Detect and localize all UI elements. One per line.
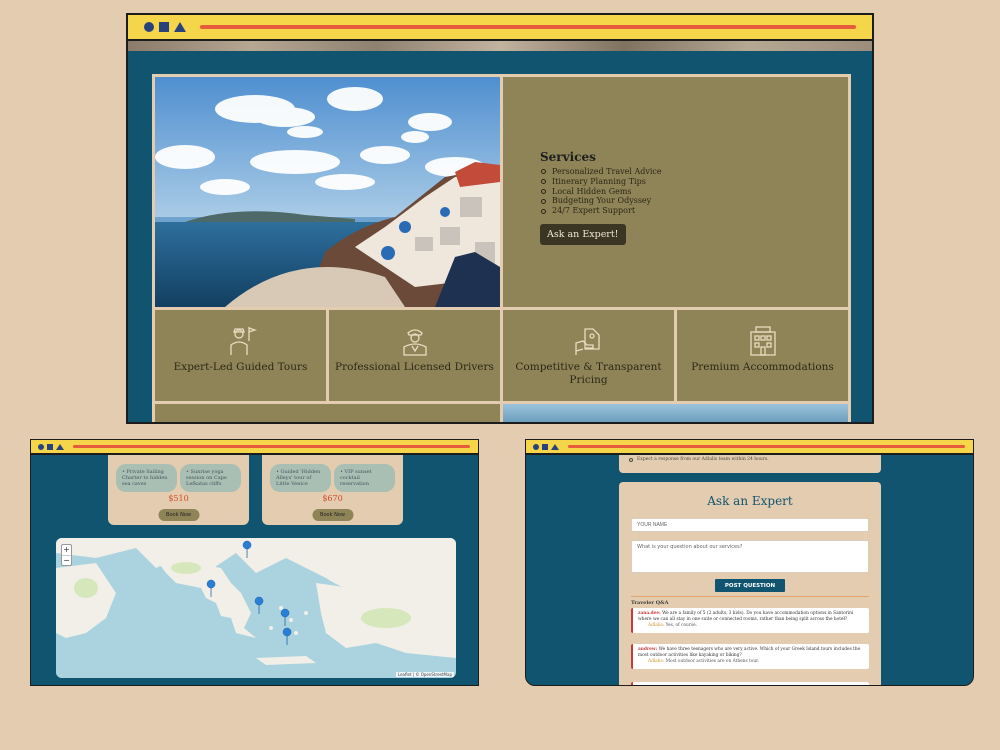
ask-expert-form: Ask an Expert POST QUESTION Traveler Q&A…: [619, 482, 881, 685]
ask-expert-button[interactable]: Ask an Expert!: [540, 223, 626, 245]
triangle-icon[interactable]: [56, 443, 64, 450]
bullet-icon: [541, 169, 546, 175]
info-card: Expect a response from our Adlalis team …: [619, 455, 881, 473]
pricing-icon: [574, 328, 600, 355]
qa-title: Traveler Q&A: [631, 600, 669, 606]
square-icon[interactable]: [47, 443, 53, 450]
service-item: Local Hidden Gems: [541, 187, 662, 197]
book-now-button[interactable]: Book Now: [312, 509, 353, 521]
service-label: Itinerary Planning Tips: [552, 176, 646, 186]
tour-card: • Guided 'Hidden Alleys' tour of Little …: [262, 455, 403, 525]
service-label: Local Hidden Gems: [552, 186, 632, 196]
map-attribution[interactable]: Leaflet | © OpenStreetMap: [395, 672, 454, 677]
window-controls: [38, 443, 64, 450]
tour-feature-pill: • Guided 'Hidden Alleys' tour of Little …: [270, 464, 331, 492]
feature-label: Competitive & Transparent Pricing: [515, 361, 662, 386]
window-controls: [533, 443, 559, 450]
ask-expert-title: Ask an Expert: [707, 494, 793, 508]
map-zoom-control: + −: [61, 544, 72, 566]
qa-question-text: We are a family of 5 (2 adults, 3 kids).…: [638, 611, 854, 622]
next-section-photo: [503, 404, 848, 422]
driver-icon: [402, 329, 427, 356]
qa-question: zana.dee: We are a family of 5 (2 adults…: [638, 611, 864, 623]
qa-answer-text: Most outdoor activities are on Athens to…: [665, 659, 760, 664]
bullet-icon: [541, 198, 546, 204]
window-titlebar: [31, 440, 478, 455]
feature-card-accommodations: Premium Accommodations: [677, 310, 848, 401]
window-controls: [144, 22, 186, 32]
bullet-icon: [541, 208, 546, 214]
qa-answer-text: Yes, of course.: [665, 623, 697, 628]
service-item: Budgeting Your Odyssey: [541, 196, 662, 206]
feature-card-pricing: Competitive & Transparent Pricing: [503, 310, 674, 401]
address-bar: [568, 445, 965, 448]
zoom-in-button[interactable]: +: [62, 545, 71, 555]
qa-agent: Adlalis:: [648, 623, 665, 628]
bullet-icon: [541, 188, 546, 194]
post-question-button[interactable]: POST QUESTION: [715, 579, 785, 592]
services-list: Personalized Travel Advice Itinerary Pla…: [540, 167, 662, 216]
response-note: Expect a response from our Adlalis team …: [629, 457, 769, 462]
square-icon[interactable]: [542, 443, 548, 450]
feature-label: Premium Accommodations: [691, 361, 834, 373]
header-image-strip: [128, 41, 872, 51]
feature-label: Professional Licensed Drivers: [335, 361, 494, 373]
square-icon[interactable]: [159, 22, 169, 32]
circle-icon[interactable]: [533, 443, 539, 450]
tour-feature-pill: • Private Sailing Charter to hidden sea …: [116, 464, 177, 492]
qa-entry: zana.dee: We are a family of 5 (2 adults…: [631, 608, 869, 633]
service-item: Personalized Travel Advice: [541, 167, 662, 177]
services-section: Services Personalized Travel Advice Itin…: [152, 74, 851, 422]
qa-answer: Adlalis: Yes, of course.: [648, 623, 864, 629]
next-section-panel: [155, 404, 500, 422]
window-titlebar: [526, 440, 973, 455]
tour-feature-pill: • VIP sunset cocktail reservation: [334, 464, 395, 492]
service-label: 24/7 Expert Support: [552, 206, 636, 216]
tour-card: • Private Sailing Charter to hidden sea …: [108, 455, 249, 525]
ask-expert-window: Expect a response from our Adlalis team …: [525, 439, 974, 686]
circle-icon[interactable]: [144, 22, 154, 32]
qa-question: andrew: We have three teenagers who are …: [638, 647, 864, 659]
feature-label: Expert-Led Guided Tours: [173, 361, 308, 373]
services-title: Services: [540, 150, 596, 164]
tour-guide-icon: [229, 327, 257, 355]
tour-price: $670: [322, 494, 343, 503]
service-label: Budgeting Your Odyssey: [552, 196, 652, 206]
zoom-out-button[interactable]: −: [62, 555, 71, 565]
tour-feature-pill: • Sunrise yoga session on Cape Lefkatas …: [180, 464, 241, 492]
qa-user: andrew:: [638, 647, 658, 652]
window-titlebar: [128, 15, 872, 41]
tour-price: $510: [168, 494, 189, 503]
address-bar: [73, 445, 470, 448]
feature-card-tours: Expert-Led Guided Tours: [155, 310, 326, 401]
hotel-icon: [749, 326, 776, 356]
services-panel: Services Personalized Travel Advice Itin…: [503, 77, 848, 307]
services-window: Services Personalized Travel Advice Itin…: [126, 13, 874, 424]
qa-agent: Adlalis:: [648, 659, 665, 664]
greece-map[interactable]: + − Leaflet | © OpenStreetMap: [56, 538, 456, 678]
qa-entry: andrew: We have three teenagers who are …: [631, 644, 869, 669]
bullet-icon: [629, 457, 633, 462]
triangle-icon[interactable]: [551, 443, 559, 450]
service-item: 24/7 Expert Support: [541, 206, 662, 216]
qa-answer: Adlalis: Most outdoor activities are on …: [648, 659, 864, 665]
book-now-button[interactable]: Book Now: [158, 509, 199, 521]
name-input[interactable]: [631, 518, 869, 532]
qa-question-text: We have three teenagers who are very act…: [638, 647, 861, 658]
divider: [631, 596, 869, 597]
address-bar: [200, 25, 856, 29]
bullet-icon: [541, 179, 546, 185]
tours-window: • Private Sailing Charter to hidden sea …: [30, 439, 479, 686]
feature-card-drivers: Professional Licensed Drivers: [329, 310, 500, 401]
circle-icon[interactable]: [38, 443, 44, 450]
response-note-text: Expect a response from our Adlalis team …: [637, 457, 769, 462]
qa-entry: [631, 682, 869, 685]
service-label: Personalized Travel Advice: [552, 167, 662, 176]
map-tiles: [56, 538, 456, 678]
triangle-icon[interactable]: [174, 22, 186, 32]
qa-user: zana.dee:: [638, 611, 661, 616]
question-input[interactable]: [631, 540, 869, 573]
service-item: Itinerary Planning Tips: [541, 177, 662, 187]
santorini-photo: [155, 77, 500, 307]
